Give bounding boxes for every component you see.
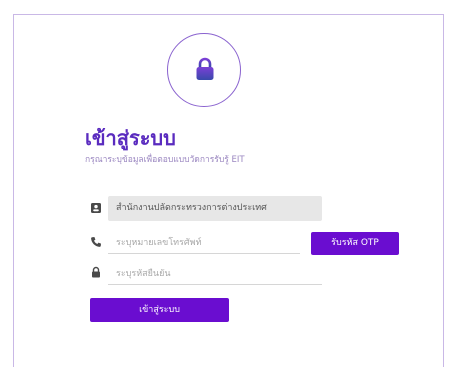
phone-icon bbox=[91, 237, 101, 247]
login-page: เข้าสู่ระบบ กรุณาระบุข้อมูลเพื่อตอบแบบวั… bbox=[0, 0, 455, 367]
login-button[interactable]: เข้าสู่ระบบ bbox=[90, 298, 229, 322]
agency-field[interactable]: สำนักงานปลัดกระทรวงการต่างประเทศ bbox=[108, 196, 322, 221]
id-card-icon bbox=[91, 203, 101, 213]
lock-badge bbox=[167, 33, 241, 107]
phone-input[interactable]: ระบุหมายเลขโทรศัพท์ bbox=[108, 232, 300, 254]
page-title: เข้าสู่ระบบ bbox=[85, 126, 176, 150]
lock-icon bbox=[92, 266, 100, 278]
otp-input[interactable]: ระบุรหัสยืนยัน bbox=[108, 263, 322, 285]
page-subtitle: กรุณาระบุข้อมูลเพื่อตอบแบบวัดการรับรู้ E… bbox=[85, 155, 245, 165]
lock-icon bbox=[196, 57, 214, 80]
request-otp-button[interactable]: รับรหัส OTP bbox=[311, 232, 399, 255]
